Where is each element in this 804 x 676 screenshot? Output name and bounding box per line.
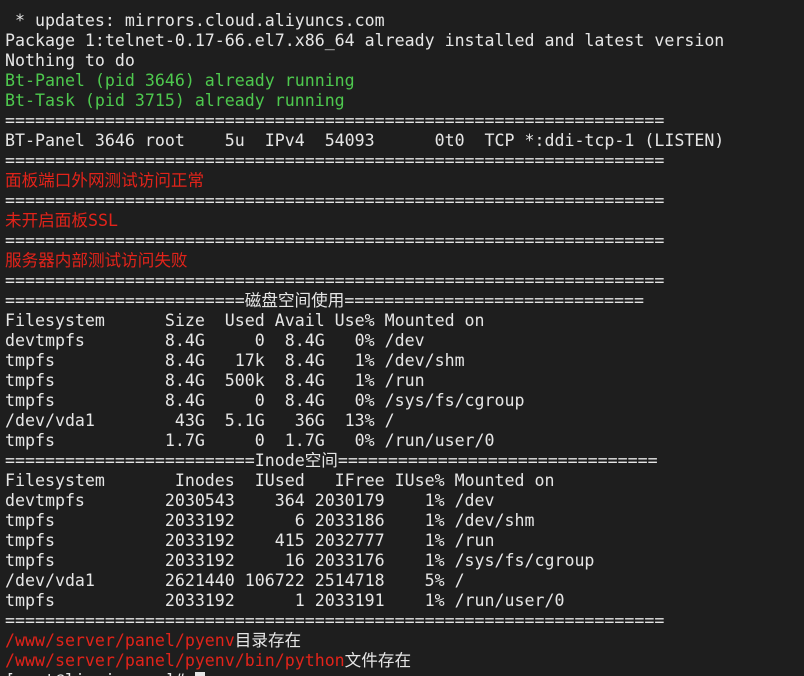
terminal-text: tmpfs 8.4G 500k 8.4G 1% /run xyxy=(5,371,425,390)
terminal-line: 服务器内部测试访问失败 xyxy=(0,251,804,271)
terminal-text: tmpfs 2033192 1 2033191 1% /run/user/0 xyxy=(5,591,565,610)
terminal-line: tmpfs 2033192 6 2033186 1% /dev/shm xyxy=(0,511,804,531)
terminal-text: devtmpfs 2030543 364 2030179 1% /dev xyxy=(5,491,495,510)
terminal-text: 文件存在 xyxy=(344,651,412,670)
terminal-text: Bt-Task (pid 3715) already running xyxy=(5,91,345,110)
terminal-text: Filesystem Inodes IUsed IFree IUse% Moun… xyxy=(5,471,555,490)
terminal-text: ========================================… xyxy=(5,231,665,250)
terminal-line: 未开启面板SSL xyxy=(0,211,804,231)
terminal-line: /dev/vda1 2621440 106722 2514718 5% / xyxy=(0,571,804,591)
terminal-line: /www/server/panel/pyenv目录存在 xyxy=(0,631,804,651)
terminal-line: Nothing to do xyxy=(0,51,804,71)
text-cursor xyxy=(194,672,205,676)
terminal-text: ========================================… xyxy=(5,151,665,170)
terminal-line: ========================磁盘空间使用==========… xyxy=(0,291,804,311)
terminal-line: BT-Panel 3646 root 5u IPv4 54093 0t0 TCP… xyxy=(0,131,804,151)
terminal-line: devtmpfs 2030543 364 2030179 1% /dev xyxy=(0,491,804,511)
terminal-text: BT-Panel 3646 root 5u IPv4 54093 0t0 TCP… xyxy=(5,131,725,150)
terminal-text: 服务器内部测试访问失败 xyxy=(5,251,188,270)
terminal-line: tmpfs 8.4G 500k 8.4G 1% /run xyxy=(0,371,804,391)
terminal-text: /www/server/panel/pyenv/bin/python xyxy=(5,651,345,670)
terminal-line: ========================================… xyxy=(0,151,804,171)
terminal-text: =========================Inode空间========… xyxy=(5,451,658,470)
shell-prompt: [root@lipeiyan ~]# xyxy=(5,671,195,676)
terminal-output: * updates: mirrors.cloud.aliyuncs.com Pac… xyxy=(0,11,804,676)
terminal-line: tmpfs 8.4G 0 8.4G 0% /sys/fs/cgroup xyxy=(0,391,804,411)
terminal-line: Filesystem Size Used Avail Use% Mounted … xyxy=(0,311,804,331)
terminal-prompt-line[interactable]: [root@lipeiyan ~]# xyxy=(0,671,804,676)
terminal-window[interactable]: * updates: mirrors.cloud.aliyuncs.com Pac… xyxy=(0,0,804,676)
terminal-line: /www/server/panel/pyenv/bin/python文件存在 xyxy=(0,651,804,671)
terminal-text: tmpfs 8.4G 17k 8.4G 1% /dev/shm xyxy=(5,351,465,370)
terminal-line: Bt-Task (pid 3715) already running xyxy=(0,91,804,111)
terminal-text: tmpfs 2033192 16 2033176 1% /sys/fs/cgro… xyxy=(5,551,595,570)
terminal-line: Package 1:telnet-0.17-66.el7.x86_64 alre… xyxy=(0,31,804,51)
terminal-line: Filesystem Inodes IUsed IFree IUse% Moun… xyxy=(0,471,804,491)
terminal-line: ========================================… xyxy=(0,111,804,131)
terminal-text: tmpfs 1.7G 0 1.7G 0% /run/user/0 xyxy=(5,431,495,450)
terminal-line: =========================Inode空间========… xyxy=(0,451,804,471)
terminal-line: tmpfs 2033192 415 2032777 1% /run xyxy=(0,531,804,551)
terminal-line: tmpfs 2033192 16 2033176 1% /sys/fs/cgro… xyxy=(0,551,804,571)
terminal-line: tmpfs 2033192 1 2033191 1% /run/user/0 xyxy=(0,591,804,611)
terminal-line: devtmpfs 8.4G 0 8.4G 0% /dev xyxy=(0,331,804,351)
terminal-line: ========================================… xyxy=(0,191,804,211)
terminal-text: /dev/vda1 2621440 106722 2514718 5% / xyxy=(5,571,465,590)
terminal-text: /www/server/panel/pyenv xyxy=(5,631,235,650)
terminal-text: ========================================… xyxy=(5,271,665,290)
terminal-text: Bt-Panel (pid 3646) already running xyxy=(5,71,355,90)
terminal-text: ========================磁盘空间使用==========… xyxy=(5,291,645,310)
terminal-line: tmpfs 1.7G 0 1.7G 0% /run/user/0 xyxy=(0,431,804,451)
terminal-text: * updates: mirrors.cloud.aliyuncs.com xyxy=(5,11,385,30)
terminal-text: tmpfs 2033192 415 2032777 1% /run xyxy=(5,531,495,550)
terminal-line: ========================================… xyxy=(0,271,804,291)
terminal-line: ========================================… xyxy=(0,611,804,631)
terminal-text: ========================================… xyxy=(5,611,665,630)
terminal-text: ========================================… xyxy=(5,111,665,130)
terminal-line: Bt-Panel (pid 3646) already running xyxy=(0,71,804,91)
terminal-line: ========================================… xyxy=(0,231,804,251)
terminal-text: Package 1:telnet-0.17-66.el7.x86_64 alre… xyxy=(5,31,725,50)
terminal-line: * updates: mirrors.cloud.aliyuncs.com xyxy=(0,11,804,31)
terminal-line: /dev/vda1 43G 5.1G 36G 13% / xyxy=(0,411,804,431)
terminal-text: 面板端口外网测试访问正常 xyxy=(5,171,205,190)
terminal-text: devtmpfs 8.4G 0 8.4G 0% /dev xyxy=(5,331,425,350)
terminal-text: Nothing to do xyxy=(5,51,135,70)
terminal-text: Filesystem Size Used Avail Use% Mounted … xyxy=(5,311,485,330)
terminal-text: /dev/vda1 43G 5.1G 36G 13% / xyxy=(5,411,395,430)
terminal-text: 目录存在 xyxy=(234,631,302,650)
terminal-line: tmpfs 8.4G 17k 8.4G 1% /dev/shm xyxy=(0,351,804,371)
terminal-line: 面板端口外网测试访问正常 xyxy=(0,171,804,191)
terminal-text: tmpfs 8.4G 0 8.4G 0% /sys/fs/cgroup xyxy=(5,391,525,410)
terminal-text: 未开启面板SSL xyxy=(5,211,118,230)
terminal-text: ========================================… xyxy=(5,191,665,210)
terminal-text: tmpfs 2033192 6 2033186 1% /dev/shm xyxy=(5,511,535,530)
